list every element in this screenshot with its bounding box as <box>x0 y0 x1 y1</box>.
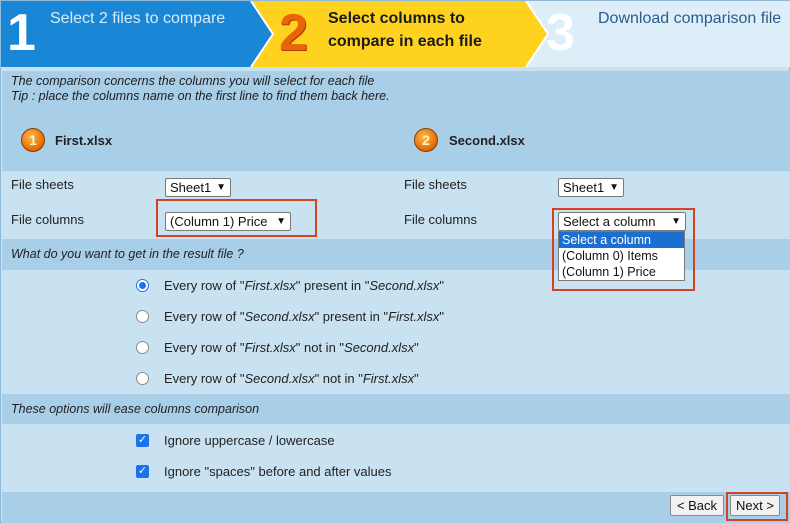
file-2-columns-label: File columns <box>404 212 477 227</box>
next-button-highlight <box>726 492 788 521</box>
info-panel: The comparison concerns the columns you … <box>2 71 790 109</box>
result-option-label: Every row of "Second.xlsx" not in "First… <box>164 371 419 386</box>
step-2-label: Select columns to compare in each file <box>328 10 482 50</box>
radio-button[interactable] <box>136 310 149 323</box>
info-tip: Tip : place the columns name on the firs… <box>11 89 390 103</box>
checkbox-checked-icon[interactable]: ✓ <box>136 434 149 447</box>
ease-options-bar: These options will ease columns comparis… <box>2 394 790 424</box>
file-1-column-highlight <box>156 199 317 237</box>
chevron-down-icon: ▼ <box>609 182 619 193</box>
file-1-sheet-value: Sheet1 <box>170 180 212 195</box>
file-2-name: Second.xlsx <box>449 133 525 148</box>
file-1-columns-label: File columns <box>11 212 84 227</box>
checkbox-checked-icon[interactable]: ✓ <box>136 465 149 478</box>
ignore-case-label: Ignore uppercase / lowercase <box>164 433 335 448</box>
file-2-sheet-value: Sheet1 <box>563 180 605 195</box>
radio-button[interactable] <box>136 341 149 354</box>
info-line-1: The comparison concerns the columns you … <box>11 74 375 88</box>
comparison-wizard: 1 Select 2 files to compare 2 Select col… <box>0 0 790 523</box>
ease-heading: These options will ease columns comparis… <box>11 402 260 416</box>
file-1-name: First.xlsx <box>55 133 113 148</box>
step-3-label: Download comparison file <box>598 10 782 27</box>
radio-button[interactable] <box>136 372 149 385</box>
step-1-label: Select 2 files to compare <box>50 10 226 27</box>
file-2-sheet-select[interactable]: Sheet1 ▼ <box>558 178 624 197</box>
result-option-label: Every row of "Second.xlsx" present in "F… <box>164 309 445 324</box>
result-option-label: Every row of "First.xlsx" not in "Second… <box>164 340 419 355</box>
radio-button-selected[interactable] <box>136 279 149 292</box>
chevron-down-icon: ▼ <box>216 182 226 193</box>
file-1-sheet-select[interactable]: Sheet1 ▼ <box>165 178 231 197</box>
step-1-number: 1 <box>7 4 36 62</box>
ignore-spaces-label: Ignore "spaces" before and after values <box>164 464 392 479</box>
ease-options: ✓ Ignore uppercase / lowercase ✓ Ignore … <box>2 424 790 492</box>
step-2-number: 2 <box>279 4 308 62</box>
file-1-badge-icon: 1 <box>21 128 45 152</box>
wizard-steps: 1 Select 2 files to compare 2 Select col… <box>1 1 790 67</box>
file-2-sheets-label: File sheets <box>404 177 467 192</box>
step-3-number: 3 <box>546 4 575 62</box>
file-2-badge-icon: 2 <box>414 128 438 152</box>
back-button[interactable]: < Back <box>670 495 724 516</box>
file-1-sheets-label: File sheets <box>11 177 74 192</box>
file-2-column-highlight <box>552 208 695 291</box>
file-headers: 1 First.xlsx 2 Second.xlsx <box>2 109 790 171</box>
result-question: What do you want to get in the result fi… <box>11 247 244 261</box>
result-option-label: Every row of "First.xlsx" present in "Se… <box>164 278 445 293</box>
footer: < Back Next > <box>2 492 790 523</box>
